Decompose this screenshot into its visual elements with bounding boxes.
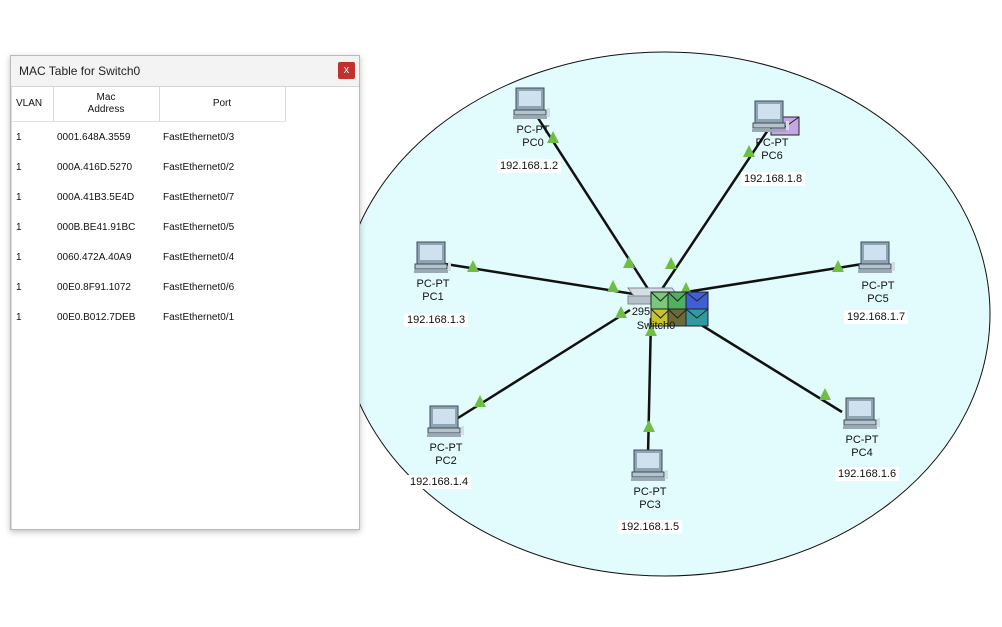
- column-header-port[interactable]: Port: [159, 87, 286, 122]
- table-row[interactable]: 1 000A.41B3.5E4D FastEthernet0/7: [12, 182, 285, 212]
- table-row[interactable]: 1 00E0.B012.7DEB FastEthernet0/1: [12, 302, 285, 332]
- pc3-ip-label: 192.168.1.5: [618, 520, 683, 534]
- pc2-type-label: PC-PT: [429, 442, 463, 454]
- pc4-type-label: PC-PT: [845, 434, 879, 446]
- cell-mac: 0060.472A.40A9: [57, 251, 132, 263]
- pc4-ip-label: 192.168.1.6: [835, 467, 900, 481]
- switch-name-label: Switch0: [636, 320, 676, 332]
- cell-mac: 00E0.8F91.1072: [57, 281, 131, 293]
- cell-vlan: 1: [16, 311, 22, 323]
- cell-vlan: 1: [16, 191, 22, 203]
- mac-table-body[interactable]: VLAN Mac Address Port 1 0001.648A.3559 Fa…: [11, 87, 359, 529]
- pc6-icon[interactable]: [751, 100, 790, 133]
- pc2-icon[interactable]: [426, 405, 465, 438]
- column-header-vlan[interactable]: VLAN: [12, 87, 54, 122]
- column-header-mac[interactable]: Mac Address: [53, 87, 160, 122]
- pc6-type-label: PC-PT: [755, 137, 789, 149]
- mac-table-window[interactable]: MAC Table for Switch0 x VLAN Mac Address …: [10, 55, 360, 530]
- table-row[interactable]: 1 0001.648A.3559 FastEthernet0/3: [12, 122, 285, 153]
- pc0-type-label: PC-PT: [516, 124, 550, 136]
- cell-port: FastEthernet0/3: [163, 131, 235, 143]
- switch-model-label: 295: [631, 306, 651, 318]
- cell-mac: 0001.648A.3559: [57, 131, 131, 143]
- cell-vlan: 1: [16, 131, 22, 143]
- pc5-ip-label: 192.168.1.7: [844, 310, 909, 324]
- column-header-mac-line2: Address: [87, 104, 125, 115]
- cell-mac: 000A.41B3.5E4D: [57, 191, 135, 203]
- table-row[interactable]: 1 000A.416D.5270 FastEthernet0/2: [12, 152, 285, 182]
- cell-port: FastEthernet0/5: [163, 221, 235, 233]
- cell-mac: 00E0.B012.7DEB: [57, 311, 136, 323]
- pc2-name-label: PC2: [435, 455, 457, 467]
- cell-vlan: 1: [16, 281, 22, 293]
- pc2-ip-label: 192.168.1.4: [407, 475, 472, 489]
- cell-mac: 000A.416D.5270: [57, 161, 133, 173]
- pc6-ip-label: 192.168.1.8: [741, 172, 806, 186]
- cell-port: FastEthernet0/4: [163, 251, 235, 263]
- mac-table: VLAN Mac Address Port 1 0001.648A.3559 Fa…: [12, 87, 286, 332]
- cell-port: FastEthernet0/1: [163, 311, 235, 323]
- cell-vlan: 1: [16, 251, 22, 263]
- pc4-name-label: PC4: [851, 447, 873, 459]
- pc0-ip-label: 192.168.1.2: [497, 159, 562, 173]
- cell-port: FastEthernet0/7: [163, 191, 235, 203]
- mac-table-header: VLAN Mac Address Port: [12, 87, 286, 122]
- pc5-type-label: PC-PT: [861, 280, 895, 292]
- table-row[interactable]: 1 0060.472A.40A9 FastEthernet0/4: [12, 242, 285, 272]
- table-row[interactable]: 1 00E0.8F91.1072 FastEthernet0/6: [12, 272, 285, 302]
- table-row[interactable]: 1 000B.BE41.91BC FastEthernet0/5: [12, 212, 285, 242]
- close-button[interactable]: x: [338, 62, 355, 79]
- cell-port: FastEthernet0/2: [163, 161, 235, 173]
- pc1-type-label: PC-PT: [416, 278, 450, 290]
- cell-vlan: 1: [16, 161, 22, 173]
- mac-window-title: MAC Table for Switch0: [19, 64, 141, 78]
- pc5-name-label: PC5: [867, 293, 889, 305]
- cell-port: FastEthernet0/6: [163, 281, 235, 293]
- pc3-name-label: PC3: [639, 499, 661, 511]
- cell-mac: 000B.BE41.91BC: [57, 221, 136, 233]
- pc1-icon[interactable]: [413, 241, 452, 274]
- pc1-ip-label: 192.168.1.3: [404, 313, 469, 327]
- pc1-name-label: PC1: [422, 291, 444, 303]
- pc4-icon[interactable]: [842, 397, 881, 430]
- column-header-mac-line1: Mac: [96, 92, 116, 103]
- cell-vlan: 1: [16, 221, 22, 233]
- pc0-icon[interactable]: [512, 87, 551, 120]
- pc5-icon[interactable]: [857, 241, 896, 274]
- pc3-type-label: PC-PT: [633, 486, 667, 498]
- pdu-envelope-icon: [685, 291, 709, 310]
- pc0-name-label: PC0: [522, 137, 544, 149]
- pc3-icon[interactable]: [630, 449, 669, 482]
- pc6-name-label: PC6: [761, 150, 783, 162]
- mac-window-titlebar[interactable]: MAC Table for Switch0 x: [11, 56, 359, 87]
